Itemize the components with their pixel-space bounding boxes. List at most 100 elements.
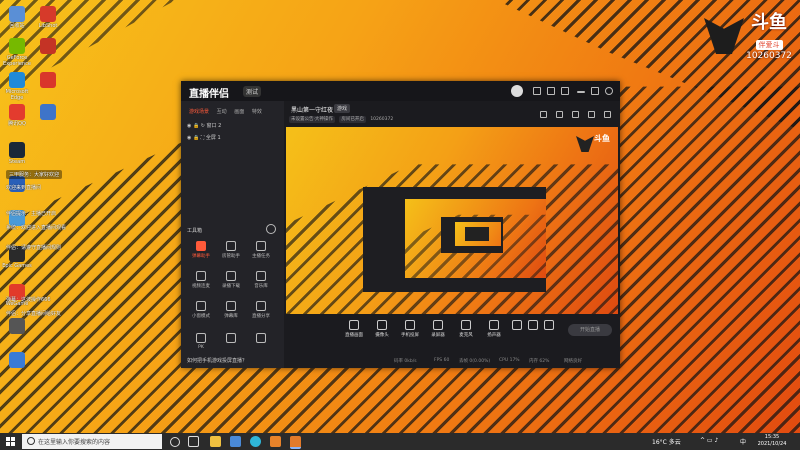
settings-icon[interactable] — [547, 87, 555, 95]
app-icon — [40, 72, 56, 88]
desktop-icon[interactable] — [1, 352, 33, 369]
desktop-icon[interactable]: Microsoft Edge — [1, 72, 33, 101]
task-switcher-icon[interactable] — [188, 436, 199, 447]
room-title[interactable]: 黑山第一守红夜 — [291, 105, 333, 114]
chart-icon[interactable] — [588, 111, 595, 118]
toolbox-item[interactable]: 音乐库 — [249, 271, 273, 289]
gift-icon[interactable] — [556, 111, 563, 118]
chat-line: 弹幕：这波操作666 — [6, 297, 51, 303]
phone-cast-button[interactable]: 手机投屏 — [398, 320, 422, 338]
toolbox-item[interactable]: 录播下载 — [219, 271, 243, 289]
shop-icon[interactable] — [540, 111, 547, 118]
clock[interactable]: 15:35 2021/10/24 — [752, 434, 792, 448]
room-notice-chip[interactable]: 未设置公告·大神操作 — [289, 116, 335, 123]
live-companion-window[interactable]: 直播伴侣 测试 游戏场景 互动 画面 特效 ◉ 🔒 ↻ 窗口 2 ◉ 🔒 ⛶ 全… — [181, 81, 620, 368]
toolbox-item[interactable]: 弹幕库 — [219, 301, 243, 319]
logo-room-id: 10260372 — [746, 51, 792, 61]
nested-preview-canvas — [405, 199, 546, 278]
title-bar[interactable]: 直播伴侣 测试 — [181, 81, 620, 101]
desktop-icon[interactable]: Steam — [1, 142, 33, 165]
status-item: CPU 17% — [499, 358, 520, 363]
audio-mixer-icon[interactable] — [528, 320, 538, 332]
tab-game-scene[interactable]: 游戏场景 — [189, 109, 209, 115]
left-panel: 游戏场景 互动 画面 特效 ◉ 🔒 ↻ 窗口 2 ◉ 🔒 ⛶ 全屏 1 工具箱 … — [181, 101, 284, 368]
share-icon[interactable] — [604, 111, 611, 118]
store-icon[interactable] — [230, 436, 241, 447]
status-item: 内存 62% — [529, 359, 550, 364]
desktop-icon[interactable] — [32, 104, 64, 121]
taskbar-search[interactable]: 在这里输入你要搜索的内容 — [22, 434, 162, 449]
help-notice[interactable]: 如何把手机游戏投屏直播？ — [187, 357, 247, 364]
tray-icons[interactable]: ^ ▭ ♪ — [700, 437, 718, 444]
live-companion-active-icon[interactable] — [290, 436, 301, 449]
tab-picture[interactable]: 画面 — [234, 109, 244, 115]
desktop-icon[interactable] — [32, 72, 64, 89]
desktop-icon-label: Epic Games — [2, 263, 32, 269]
scene-tabs: 游戏场景 互动 画面 特效 — [189, 108, 268, 115]
scene-item[interactable]: ◉ 🔒 ⛶ 全屏 1 — [187, 134, 221, 141]
toolbox-item[interactable]: PK — [189, 333, 213, 350]
task-view-icon[interactable] — [170, 437, 180, 447]
message-icon[interactable] — [533, 87, 541, 95]
camera-icon — [377, 320, 387, 330]
tool-icon — [226, 271, 236, 281]
desktop-icon[interactable]: 回收站 — [1, 6, 33, 29]
toolbox-more-icon[interactable] — [265, 224, 277, 236]
tool-icon — [196, 333, 206, 343]
speaker-icon — [489, 320, 499, 330]
toolbox-item[interactable]: 弹幕助手 — [189, 241, 213, 259]
microphone-button[interactable]: 麦克风 — [454, 320, 478, 338]
tab-effects[interactable]: 特效 — [252, 109, 262, 115]
control-label: 扬声器 — [487, 333, 501, 338]
toolbox-item[interactable]: 房管助手 — [219, 241, 243, 259]
desktop-icon[interactable] — [32, 38, 64, 55]
menu-icon[interactable] — [561, 87, 569, 95]
screen-capture-button[interactable]: 直播画面 — [342, 320, 366, 338]
camera-button[interactable]: 摄像头 — [370, 320, 394, 338]
app-icon — [40, 104, 56, 120]
input-lang[interactable]: 中 — [740, 437, 746, 446]
avatar[interactable] — [511, 85, 523, 97]
toolbox-item[interactable]: 小窗模式 — [189, 301, 213, 319]
control-label: 录屏器 — [431, 333, 445, 338]
toolbox-item[interactable]: 主播任务 — [249, 241, 273, 259]
windows-start-icon[interactable] — [6, 437, 15, 446]
toolbox-item[interactable] — [219, 333, 243, 345]
start-live-button[interactable]: 开始直播 — [568, 324, 612, 336]
weather[interactable]: 16°C 多云 — [652, 437, 681, 446]
settings-icon[interactable] — [544, 320, 554, 332]
video-settings-icon[interactable] — [512, 320, 522, 332]
maximize-icon[interactable] — [591, 87, 599, 95]
toolbox-item[interactable]: 视频连麦 — [189, 271, 213, 289]
close-icon[interactable] — [605, 87, 613, 95]
desktop-icon[interactable]: LibShot — [32, 6, 64, 29]
scene-name: 窗口 2 — [206, 123, 222, 129]
toolbox-item-label: 弹幕助手 — [192, 254, 210, 259]
desktop-icon-label: 腾讯QQ — [8, 121, 26, 127]
minimize-icon[interactable] — [577, 91, 585, 93]
room-category-badge[interactable]: 游戏 — [334, 104, 351, 113]
logo-brand: 斗鱼 — [751, 12, 787, 33]
control-label: 麦克风 — [459, 333, 473, 338]
live-preview[interactable]: 斗鱼 — [286, 127, 618, 314]
tool-icon — [256, 271, 266, 281]
toolbox-item[interactable] — [249, 333, 273, 345]
desktop-icon[interactable]: GeForce Experience — [1, 38, 33, 67]
file-explorer-icon[interactable] — [210, 436, 221, 447]
live-companion-taskbar-icon[interactable] — [270, 436, 281, 447]
desktop-icon[interactable]: 腾讯QQ — [1, 104, 33, 127]
speaker-button[interactable]: 扬声器 — [482, 320, 506, 338]
recorder-button[interactable]: 录屏器 — [426, 320, 450, 338]
capture-icon[interactable] — [572, 111, 579, 118]
chat-line: 伴侣：分享直播间给好友 — [6, 311, 62, 317]
tab-interact[interactable]: 互动 — [217, 109, 227, 115]
version-badge[interactable]: 测试 — [243, 86, 262, 97]
edge-icon[interactable] — [250, 436, 261, 447]
chat-line: 伴侣：请遵守直播间规则 — [6, 245, 62, 251]
scene-item[interactable]: ◉ 🔒 ↻ 窗口 2 — [187, 122, 221, 129]
app-icon — [9, 38, 25, 54]
tool-icon — [196, 241, 206, 251]
status-item: 码率 0kb/s — [394, 359, 417, 364]
toolbox-item[interactable]: 直播分享 — [249, 301, 273, 319]
desktop-icon[interactable] — [1, 318, 33, 335]
